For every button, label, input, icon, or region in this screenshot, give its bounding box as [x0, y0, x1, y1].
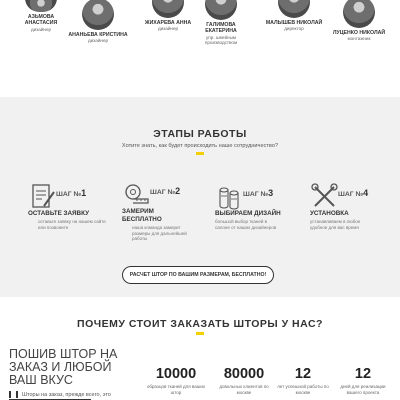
stat-item: 10000 образцов тканей для ваших штор	[146, 366, 206, 395]
stat-label: дней для реализации вашего проекта	[340, 384, 386, 395]
why-title: ПОЧЕМУ СТОИТ ЗАКАЗАТЬ ШТОРЫ У НАС?	[77, 318, 323, 330]
why-paragraph: Шторы на заказ, прежде всего, это	[9, 391, 111, 398]
stages-title: ЭТАПЫ РАБОТЫ	[153, 128, 247, 140]
member-role: директор	[284, 26, 304, 32]
tools-icon	[311, 183, 338, 207]
team-section: АЗЬМОВА АНАСТАСИЯ дизайнер АНАНЬЕВА КРИС…	[0, 0, 400, 97]
step-desc: наша команда замерит размеры для дальней…	[132, 225, 187, 242]
title-accent-line	[196, 332, 204, 335]
calculate-button[interactable]: РАСЧЕТ ШТОР ПО ВАШИМ РАЗМЕРАМ, БЕСПЛАТНО…	[122, 266, 274, 284]
step-num-label: ШАГ №	[243, 191, 269, 198]
step-desc: оставьте заявку на нашем сайте или позво…	[38, 219, 106, 230]
avatar	[278, 0, 310, 18]
quote-icon	[9, 391, 18, 398]
step-title: ЗАМЕРИМ БЕСПЛАТНО	[122, 208, 162, 223]
fabric-icon	[219, 187, 239, 210]
stat-item: 80000 довольных клиентов по москве	[214, 366, 274, 395]
step-desc: большой выбор тканей в салоне от наших д…	[215, 219, 277, 230]
step-number: 1	[81, 188, 87, 198]
team-member: АНАНЬЕВА КРИСТИНА дизайнер	[63, 0, 133, 44]
step-num-label: ШАГ №	[338, 191, 364, 198]
title-accent-line	[196, 152, 204, 155]
stat-number: 80000	[223, 366, 265, 382]
member-role: монтажник	[347, 36, 371, 42]
avatar	[205, 0, 237, 20]
step-number: 2	[175, 186, 181, 196]
stages-subtitle: Хотите знать, как будет происходить наше…	[121, 143, 279, 149]
member-role: упр. швейным производством	[204, 34, 238, 46]
team-member: ЛУЦЕНКО НИКОЛАЙ монтажник	[324, 0, 394, 42]
step-num-label: ШАГ №	[150, 189, 176, 196]
team-member: МАЛЫШЕВ НИКОЛАЙ директор	[259, 0, 329, 32]
avatar	[82, 0, 114, 30]
stat-item: 12 лет успешной работы по москве	[273, 366, 333, 395]
stat-number: 12	[354, 366, 372, 382]
step-title: ОСТАВЬТЕ ЗАЯВКУ	[28, 210, 90, 217]
measure-icon	[125, 184, 149, 204]
stat-number: 10000	[155, 366, 197, 382]
stat-label: лет успешной работы по москве	[277, 384, 329, 395]
member-name: ГАЛИМОВА ЕКАТЕРИНА	[205, 22, 237, 35]
stat-item: 12 дней для реализации вашего проекта	[333, 366, 393, 395]
step-title: УСТАНОВКА	[310, 210, 349, 217]
avatar	[25, 0, 57, 12]
why-lead-text: ПОШИВ ШТОР НА ЗАКАЗ И ЛЮБОЙ ВАШ ВКУС	[9, 347, 118, 387]
stat-label: довольных клиентов по москве	[219, 384, 269, 395]
step-number: 3	[268, 188, 274, 198]
step-desc: устанавливаем в любое удобное для вас вр…	[310, 219, 361, 230]
avatar	[152, 0, 184, 18]
form-icon	[32, 184, 55, 208]
member-name: АЗЬМОВА АНАСТАСИЯ	[24, 14, 58, 27]
stat-label: образцов тканей для ваших штор	[146, 384, 206, 395]
step-num-label: ШАГ №	[56, 191, 82, 198]
stat-number: 12	[294, 366, 312, 382]
team-member: ГАЛИМОВА ЕКАТЕРИНА упр. швейным производ…	[186, 0, 256, 46]
step-title: ВЫБИРАЕМ ДИЗАЙН	[215, 210, 281, 217]
step-number: 4	[363, 188, 369, 198]
avatar	[343, 0, 375, 28]
paragraph-text: Шторы на заказ, прежде всего, это	[22, 391, 111, 398]
member-role: дизайнер	[87, 38, 109, 44]
